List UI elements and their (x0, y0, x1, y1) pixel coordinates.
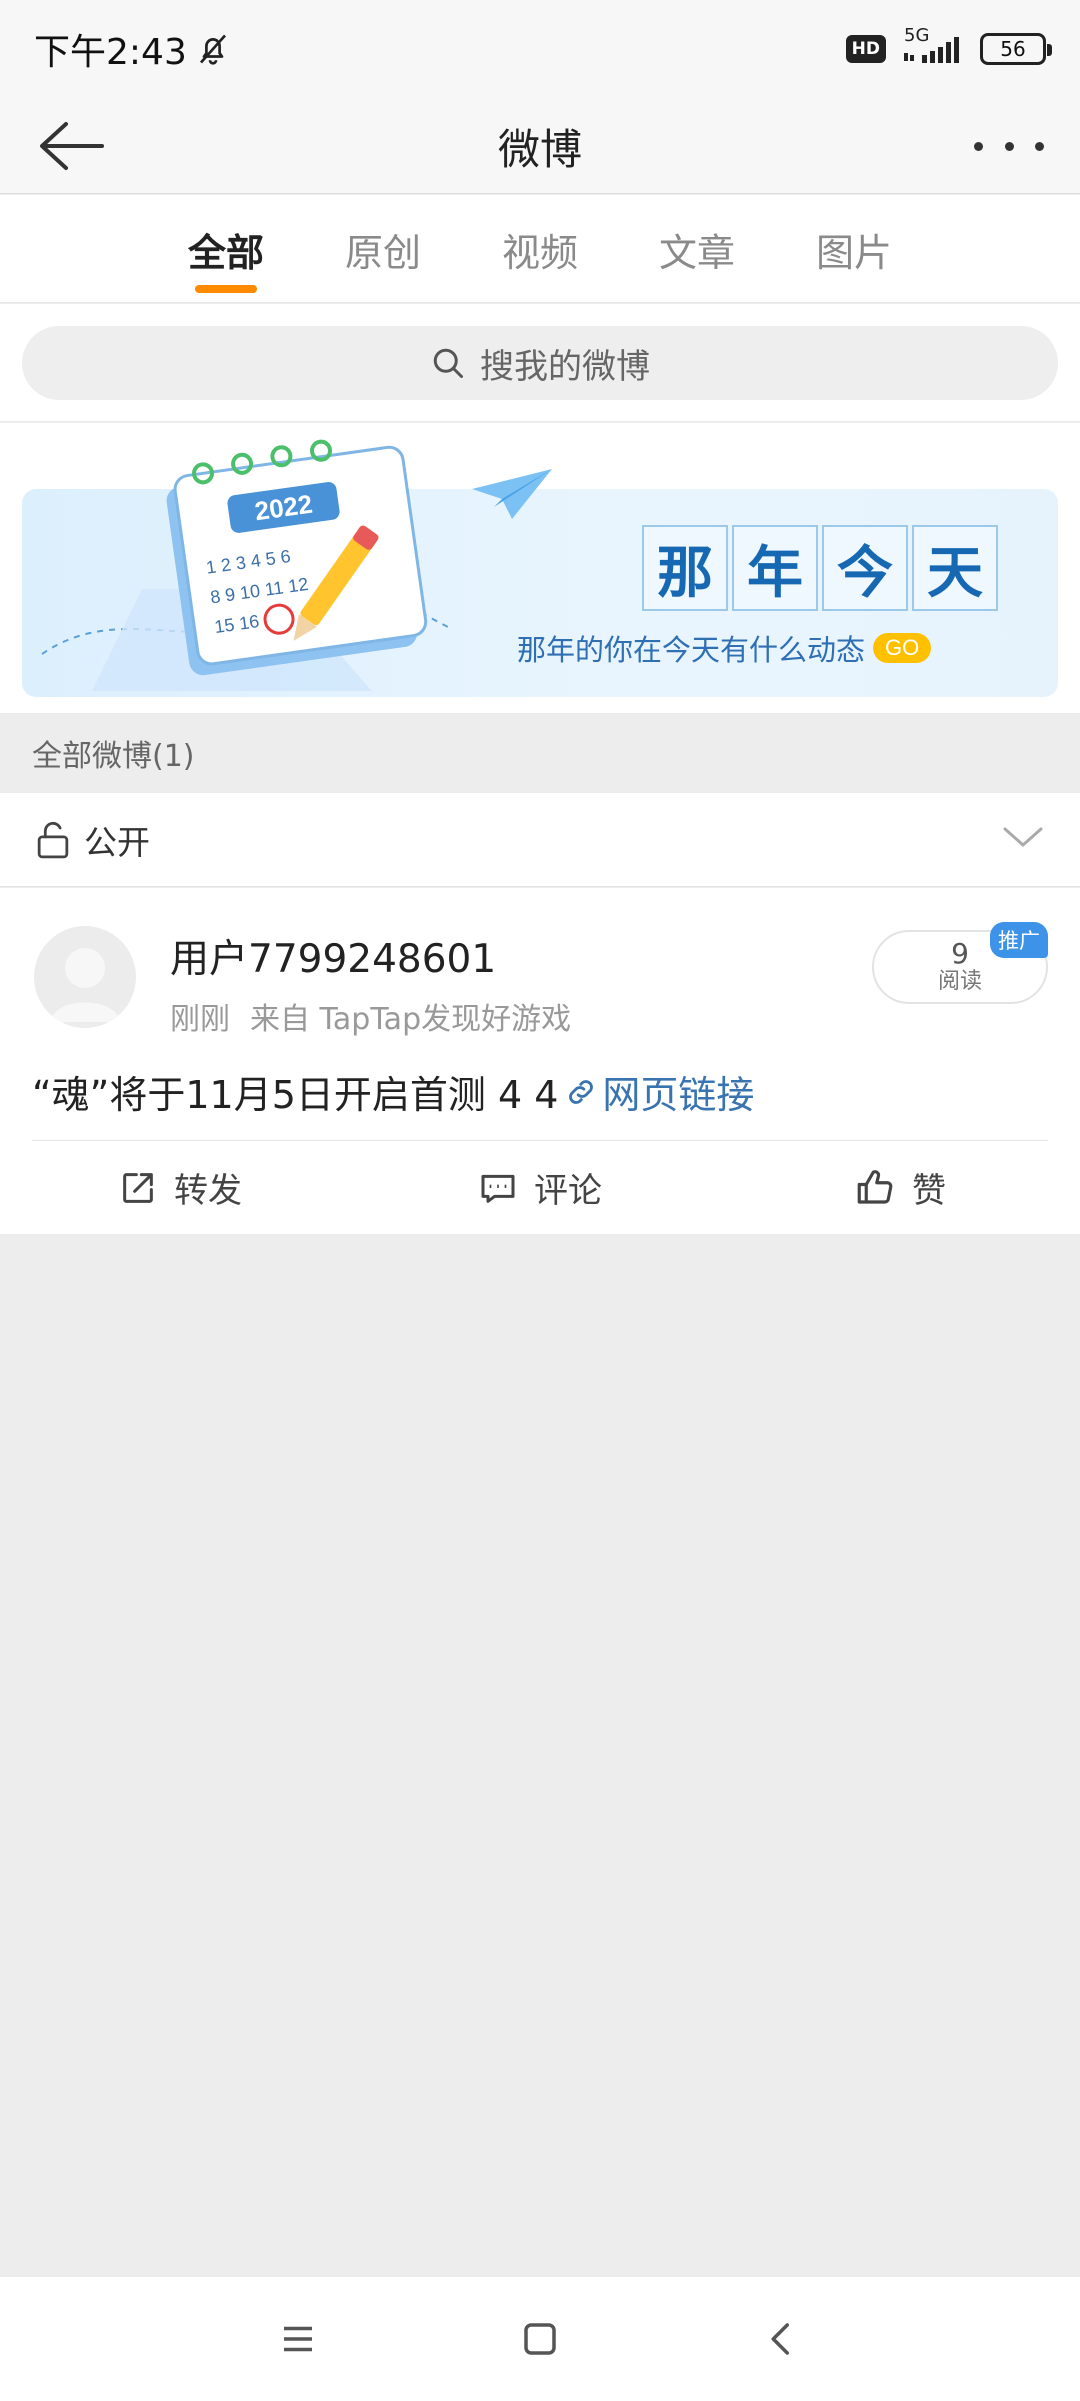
bell-muted-icon (199, 34, 226, 65)
nav-bar: 微博 (0, 98, 1080, 194)
post-count-header: 全部微博(1) (0, 713, 1080, 793)
default-avatar-icon (50, 948, 120, 1022)
read-count: 9 (951, 937, 969, 970)
search-input[interactable]: 搜我的微博 (22, 326, 1058, 400)
post-source[interactable]: 来自 TapTap发现好游戏 (250, 1002, 571, 1037)
page-title: 微博 (497, 124, 582, 174)
search-section: 搜我的微博 (0, 304, 1080, 422)
repost-button[interactable]: 转发 (0, 1141, 360, 1234)
like-button[interactable]: 赞 (720, 1141, 1080, 1234)
comment-label: 评论 (534, 1171, 602, 1211)
hd-badge: HD (845, 35, 886, 63)
banner-title-char: 那 (642, 525, 728, 611)
avatar[interactable] (34, 926, 136, 1028)
chevron-down-icon (1003, 827, 1043, 847)
comment-button[interactable]: 评论 (360, 1141, 720, 1234)
banner-title-char: 年 (732, 525, 818, 611)
post-content: “魂”将于11月5日开启首测 4 4 网页链接 (32, 1064, 754, 1119)
post-meta: 刚刚 来自 TapTap发现好游戏 (170, 994, 571, 1038)
visibility-filter[interactable]: 公开 (0, 793, 1080, 887)
system-nav-bar (0, 2277, 1080, 2401)
share-icon (123, 1172, 153, 1203)
more-dot-icon (974, 141, 983, 151)
back-nav-icon[interactable] (761, 2318, 803, 2360)
signal-icon: 5G (898, 25, 968, 67)
link-icon (569, 1079, 594, 1104)
home-icon[interactable] (519, 2318, 561, 2360)
tab-picture[interactable]: 图片 (776, 195, 933, 303)
web-link[interactable]: 网页链接 (564, 1064, 754, 1119)
like-label: 赞 (912, 1171, 946, 1211)
status-time: 下午2:43 (34, 32, 187, 73)
menu-icon[interactable] (277, 2318, 319, 2360)
search-placeholder: 搜我的微博 (480, 346, 650, 387)
post-time: 刚刚 (170, 1002, 230, 1037)
tab-all[interactable]: 全部 (148, 195, 305, 303)
tab-video[interactable]: 视频 (462, 195, 619, 303)
status-bar: 下午2:43 HD 5G 56 (0, 0, 1080, 98)
thumbs-up-icon (857, 1169, 893, 1204)
status-left: 下午2:43 (34, 23, 231, 75)
on-this-day-banner[interactable]: 2022 1 2 3 4 5 6 8 9 10 11 12 15 16 那 年 … (22, 439, 1058, 697)
repost-label: 转发 (174, 1171, 242, 1211)
tab-original[interactable]: 原创 (305, 195, 462, 303)
calendar-pencil-illustration: 2022 1 2 3 4 5 6 8 9 10 11 12 15 16 (41, 439, 552, 691)
more-dot-icon (1035, 141, 1044, 151)
filter-tabs: 全部 原创 视频 文章 图片 (0, 195, 1080, 303)
go-button[interactable]: GO (873, 633, 932, 663)
more-button[interactable] (974, 128, 1044, 164)
banner-title-char: 今 (822, 525, 908, 611)
post-actions: 转发 评论 赞 (0, 1141, 1080, 1234)
tab-article[interactable]: 文章 (619, 195, 776, 303)
comment-icon (481, 1174, 515, 1203)
username[interactable]: 用户7799248601 (170, 928, 496, 984)
web-link-label: 网页链接 (602, 1073, 755, 1117)
banner-subtitle: 那年的你在今天有什么动态 (517, 633, 866, 667)
status-right: HD 5G 56 (845, 25, 1052, 67)
search-icon (433, 348, 463, 378)
banner-title-char: 天 (912, 525, 998, 611)
unlock-icon (37, 821, 69, 858)
banner-section: 2022 1 2 3 4 5 6 8 9 10 11 12 15 16 那 年 … (0, 423, 1080, 713)
battery-indicator: 56 (980, 33, 1052, 65)
banner-subtitle-row: 那年的你在今天有什么动态 GO (517, 627, 932, 669)
battery-level: 56 (1000, 37, 1026, 61)
visibility-label: 公开 (84, 822, 150, 862)
post-text: “魂”将于11月5日开启首测 4 4 (32, 1073, 559, 1117)
promote-badge[interactable]: 推广 (990, 922, 1048, 958)
banner-title: 那 年 今 天 (642, 525, 998, 611)
more-dot-icon (1004, 141, 1014, 151)
read-label: 阅读 (937, 969, 982, 994)
post-card[interactable]: 用户7799248601 刚刚 来自 TapTap发现好游戏 9 阅读 推广 “魂… (0, 888, 1080, 1234)
